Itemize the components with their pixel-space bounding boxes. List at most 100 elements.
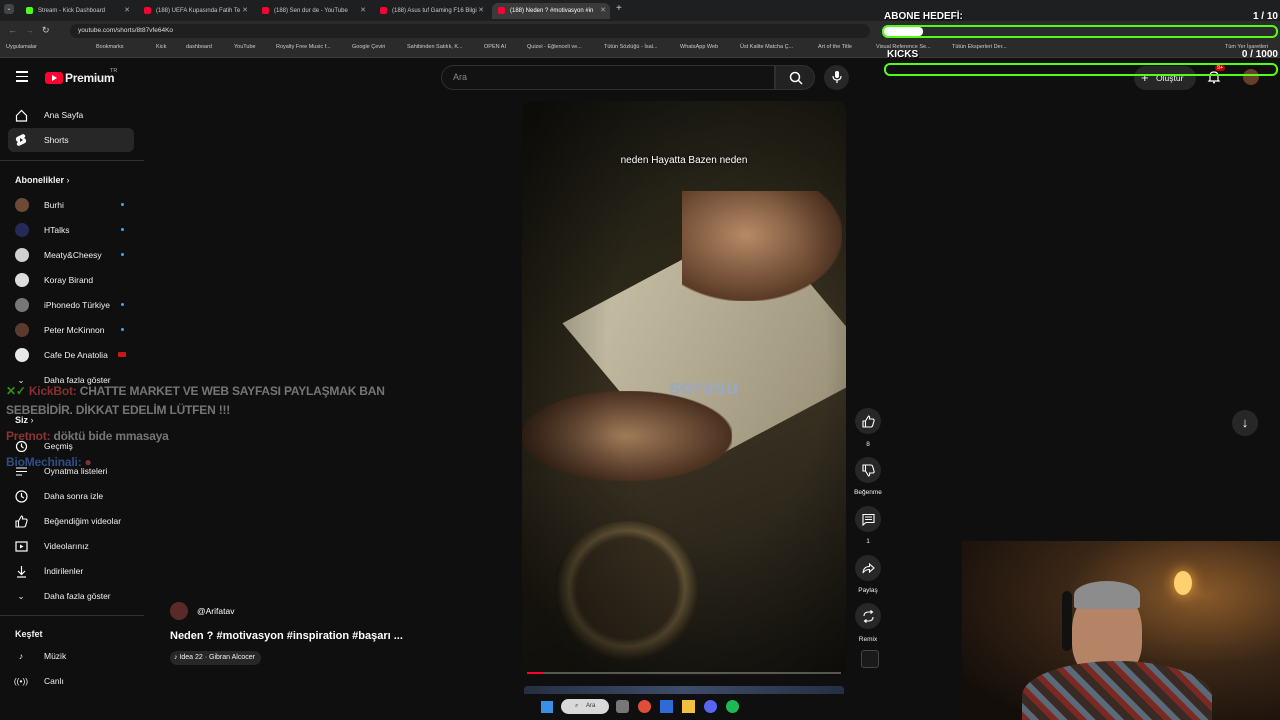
windows-start-icon[interactable] (541, 701, 553, 713)
back-icon[interactable]: ← (8, 25, 17, 35)
sidebar-item-music[interactable]: ♪ Müzik (8, 644, 134, 668)
sidebar-show-more[interactable]: ⌄ Daha fazla göster (8, 584, 134, 608)
remix-button[interactable] (855, 603, 881, 629)
folder-icon[interactable] (682, 700, 695, 713)
sidebar-item-your-videos[interactable]: Videolarınız (8, 534, 134, 558)
new-tab-button[interactable]: + (616, 3, 622, 14)
comments-button[interactable] (855, 506, 881, 532)
sidebar-item-watch-later[interactable]: Daha sonra izle (8, 484, 134, 508)
discord-icon[interactable] (704, 700, 717, 713)
kicks-goal-bar (884, 63, 1278, 76)
close-icon[interactable]: ✕ (124, 6, 130, 14)
shorts-icon (14, 133, 28, 147)
search-input[interactable]: Ara (441, 65, 775, 90)
tab-search-button[interactable]: ⌄ (4, 4, 14, 14)
bookmark-item[interactable]: Bookmarks (96, 44, 124, 50)
shorts-video-player[interactable]: neden Hayatta Bazen neden sorusu (522, 101, 846, 676)
new-content-dot (121, 203, 124, 206)
music-chip[interactable]: ♪ Idea 22 · Gibran Alcocer (170, 651, 261, 665)
chat-message: SEBEBİDİR. DİKKAT EDELİM LÜTFEN !!! (6, 403, 230, 417)
sidebar-item-sub[interactable]: Koray Birand (8, 268, 134, 292)
sidebar-item-shorts[interactable]: Shorts (8, 128, 134, 152)
close-icon[interactable]: ✕ (360, 6, 366, 14)
spotify-icon[interactable] (726, 700, 739, 713)
browser-tab-uefa[interactable]: (188) UEFA Kupasında Fatih Te ✕ (138, 3, 252, 19)
next-video-preview[interactable] (524, 686, 844, 694)
chat-text: SEBEBİDİR. DİKKAT EDELİM LÜTFEN !!! (6, 403, 231, 417)
bookmark-item[interactable]: Sahibinden Satılık, K... (407, 44, 463, 50)
bookmark-item[interactable]: Uygulamalar (6, 44, 37, 50)
bookmark-item[interactable]: YouTube (234, 44, 256, 50)
app-icon[interactable] (616, 700, 629, 713)
chevron-right-icon: › (66, 175, 70, 185)
bookmark-item[interactable]: Art of the Title (818, 44, 852, 50)
close-icon[interactable]: ✕ (600, 6, 606, 14)
search-placeholder: Ara (453, 72, 468, 82)
sidebar-item-home[interactable]: Ana Sayfa (8, 103, 134, 127)
browser-tab-kick[interactable]: Stream - Kick Dashboard ✕ (20, 3, 134, 19)
youtube-logo-icon[interactable] (45, 72, 63, 84)
menu-icon[interactable] (16, 71, 28, 82)
section-title: Abonelikler (15, 175, 65, 185)
bookmark-item[interactable]: Kick (156, 44, 166, 50)
kicks-goal-title: KICKS (887, 49, 919, 60)
bookmark-item[interactable]: Quizei - Eğlenceli ve... (527, 44, 582, 50)
sidebar-item-downloads[interactable]: İndirilenler (8, 559, 134, 583)
url-bar[interactable]: youtube.com/shorts/8t87vfe64Ko (70, 24, 870, 38)
bookmark-item[interactable]: Tütün Eksperleri Der... (952, 44, 1007, 50)
sidebar-item-sub[interactable]: Peter McKinnon (8, 318, 134, 342)
channel-avatar (15, 223, 29, 237)
voice-search-button[interactable] (824, 65, 849, 90)
bookmark-item[interactable]: Royalty Free Music f... (276, 44, 331, 50)
sidebar-item-label: HTalks (44, 225, 70, 235)
bookmark-item[interactable]: dashboard (186, 44, 212, 50)
chrome-icon[interactable] (638, 700, 651, 713)
channel-avatar (15, 248, 29, 262)
channel-avatar (15, 198, 29, 212)
video-progress-track[interactable] (527, 672, 841, 674)
kick-icon (26, 7, 33, 14)
sidebar-item-label: iPhonedo Türkiye (44, 300, 110, 310)
bookmark-item[interactable]: OPEN AI (484, 44, 506, 50)
music-note-icon: ♪ (174, 654, 178, 661)
next-video-button[interactable]: ↓ (1232, 410, 1258, 436)
like-button[interactable] (855, 408, 881, 434)
channel-avatar (15, 273, 29, 287)
logo-text[interactable]: Premium (65, 71, 115, 85)
video-title[interactable]: Neden ? #motivasyon #inspiration #başarı… (170, 630, 403, 642)
video-caption-mid: sorusu (669, 377, 739, 399)
close-icon[interactable]: ✕ (478, 6, 484, 14)
forward-icon[interactable]: → (25, 25, 34, 35)
chat-username: BioMechinali: (6, 455, 82, 469)
browser-tab-sendur[interactable]: (188) Sen dur de - YouTube ✕ (256, 3, 370, 19)
close-icon[interactable]: ✕ (242, 6, 248, 14)
sidebar-item-live[interactable]: ((•)) Canlı (8, 669, 134, 693)
channel-name[interactable]: @Arifatav (197, 606, 234, 616)
bookmark-item[interactable]: WhatsApp Web (680, 44, 718, 50)
app-icon[interactable] (660, 700, 673, 713)
sidebar-item-sub[interactable]: Burhi (8, 193, 134, 217)
bookmark-item[interactable]: Üst Kalite Matcha Ç... (740, 44, 793, 50)
channel-avatar[interactable] (170, 602, 188, 620)
sound-thumbnail[interactable] (861, 650, 879, 668)
channel-avatar (15, 323, 29, 337)
sidebar-item-sub[interactable]: Cafe De Anatolia (8, 343, 134, 367)
sidebar-item-sub[interactable]: HTalks (8, 218, 134, 242)
bookmark-item[interactable]: Google Çeviri (352, 44, 385, 50)
browser-tab-active[interactable]: (188) Neden ? #motivasyon #in ✕ (492, 3, 610, 19)
search-button[interactable] (775, 65, 815, 90)
sidebar-item-liked[interactable]: Beğendiğim videolar (8, 509, 134, 533)
dislike-button[interactable] (855, 457, 881, 483)
reload-icon[interactable]: ↻ (42, 25, 50, 36)
sidebar-item-sub[interactable]: Meaty&Cheesy (8, 243, 134, 267)
subscriber-goal-title: ABONE HEDEFİ: (884, 11, 963, 22)
sidebar-item-label: Daha fazla göster (44, 591, 111, 601)
music-label: Idea 22 · Gibran Alcocer (179, 654, 255, 661)
bookmark-item[interactable]: Tütün Sözlüğü - İsal... (604, 44, 658, 50)
browser-tab-asus[interactable]: (188) Asus tuf Gaming F16 Bilgi ✕ (374, 3, 488, 19)
share-button[interactable] (855, 555, 881, 581)
sidebar-item-sub[interactable]: iPhonedo Türkiye (8, 293, 134, 317)
taskbar-search[interactable]: ⌕ Ara (561, 699, 609, 714)
youtube-icon (498, 7, 505, 14)
subscriptions-heading[interactable]: Abonelikler › (15, 175, 70, 185)
